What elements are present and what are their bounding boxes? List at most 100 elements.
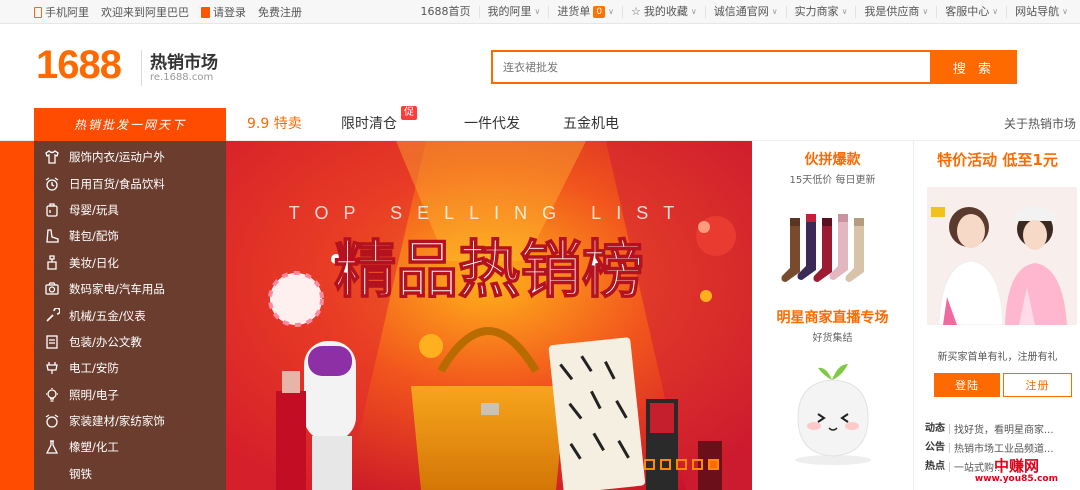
lotion-icon [44,255,60,271]
supplier-menu[interactable]: 我是供应商 ∨ [855,6,936,18]
banner-dot[interactable] [708,459,719,470]
search-button[interactable]: 搜 索 [931,50,1017,84]
category-item[interactable]: 家装建材/家纺家饰 [34,408,226,434]
welcome-text: 欢迎来到阿里巴巴 [101,6,189,19]
star-icon: ☆ [630,5,641,18]
market-url: re.1688.com [150,72,214,83]
promo-image[interactable] [927,187,1077,325]
merchant-menu[interactable]: 实力商家 ∨ [785,6,856,18]
sofa-icon [44,413,60,429]
register-button[interactable]: 注册 [1003,373,1072,397]
favorites-menu[interactable]: ☆ 我的收藏 ∨ [621,5,705,18]
phone-icon [34,6,42,18]
live-subtitle: 好货集结 [812,333,853,344]
mobile-ali-link[interactable]: 手机阿里 [34,4,89,20]
banner-en-text: TOP SELLING LIST [289,203,689,223]
live-section[interactable]: 明星商家直播专场 好货集结 [752,307,913,344]
category-item[interactable]: 钢铁 [34,461,226,487]
banner-dot[interactable] [660,459,671,470]
nav-item-hardware[interactable]: 五金机电 [563,108,619,141]
banner-pager [644,459,719,470]
promo-title[interactable]: 特价活动 低至1元 [915,149,1080,170]
home-link[interactable]: 1688首页 [413,6,479,18]
banner-dot[interactable] [644,459,655,470]
category-item[interactable]: 服饰内衣/运动户外 [34,144,226,170]
boot-icon [44,228,60,244]
login-link[interactable]: 请登录 [201,4,246,20]
market-title: 热销市场 [150,53,218,73]
flask-icon [44,439,60,455]
chevron-down-icon: ∨ [992,7,999,16]
nav-item-dropship[interactable]: 一件代发 [464,108,520,141]
category-menu: 服饰内衣/运动户外 日用百货/食品饮料 母婴/玩具 鞋包/配饰 美妆/日化 数码… [34,141,226,490]
banner-dot[interactable] [676,459,687,470]
category-item[interactable]: 鞋包/配饰 [34,223,226,249]
logo[interactable]: 1688 [36,42,122,88]
chevron-down-icon: ∨ [608,7,614,16]
watermark: 中赚网 www.you85.com [974,457,1058,484]
news-item[interactable]: 公告 热销市场工业品频道... [925,438,1080,457]
category-item[interactable]: 机械/五金/仪表 [34,302,226,328]
site-nav-menu[interactable]: 网站导航 ∨ [1006,6,1076,18]
chevron-down-icon: ∨ [771,7,778,16]
login-button[interactable]: 登陆 [934,373,1000,397]
news-tag: 动态 [925,423,950,434]
chevron-down-icon: ∨ [922,7,929,16]
cart-menu[interactable]: 进货单 0 ∨ [548,6,622,18]
news-tag: 热点 [925,461,950,472]
promo-badge: 促 [401,106,417,120]
live-title: 明星商家直播专场 [776,310,889,326]
bottle-icon [44,202,60,218]
banner-cn-text: 精品热销榜 [334,233,644,306]
category-header: 热销批发一网天下 [34,108,226,141]
chevron-down-icon: ∨ [534,7,541,16]
divider [141,50,142,86]
category-item[interactable]: 数码家电/汽车用品 [34,276,226,302]
chevron-down-icon: ∨ [1062,7,1068,16]
cxt-menu[interactable]: 诚信通官网 ∨ [704,6,786,18]
left-stripe [0,141,34,490]
search-box [491,50,932,84]
group-buy-subtitle: 15天低价 每日更新 [789,175,876,186]
category-item[interactable]: 母婴/玩具 [34,197,226,223]
category-item[interactable]: 美妆/日化 [34,250,226,276]
chevron-down-icon: ∨ [841,7,848,16]
socks-image[interactable] [752,190,914,300]
register-link[interactable]: 免费注册 [258,4,302,20]
right-column: 特价活动 低至1元 新买家首单有礼，注册有礼 登陆 注册 动态 找好货，看明星商家… [915,141,1080,490]
category-item[interactable]: 包装/办公文教 [34,329,226,355]
alarm-clock-icon [44,176,60,192]
nav-item-clearance[interactable]: 限时清仓 [341,108,397,141]
main-nav: 热销批发一网天下 9.9 特卖 限时清仓 促 一件代发 五金机电 关于热销市场 [0,106,1080,141]
mid-column: 伙拼爆款 15天低价 每日更新 明星商家直播专场 好货集结 [752,141,914,490]
category-item[interactable]: 日用百货/食品饮料 [34,170,226,196]
welcome-text: 新买家首单有礼，注册有礼 [937,352,1058,363]
shirt-icon [44,149,60,165]
about-link[interactable]: 关于热销市场 [1004,108,1076,141]
camera-icon [44,281,60,297]
banner-art: TOP SELLING LIST 精品热销榜 [226,141,752,490]
top-bar: 手机阿里 欢迎来到阿里巴巴 请登录 免费注册 1688首页 我的阿里 ∨ 进货单 0… [0,0,1080,24]
ali-badge-icon [201,6,210,18]
group-buy-section[interactable]: 伙拼爆款 15天低价 每日更新 [752,141,913,186]
chevron-down-icon: ∨ [690,7,697,16]
service-menu[interactable]: 客服中心 ∨ [936,6,1006,18]
wrench-icon [44,307,60,324]
category-item[interactable]: 电工/安防 [34,355,226,381]
cart-count-badge: 0 [593,6,606,18]
header: 1688 热销市场 re.1688.com 搜 索 [0,24,1080,108]
news-tag: 公告 [925,442,950,453]
news-item[interactable]: 动态 找好货，看明星商家... [925,419,1080,438]
bulb-icon [44,387,60,403]
group-buy-title: 伙拼爆款 [804,152,861,168]
nav-item-9-9[interactable]: 9.9 特卖 [247,108,302,141]
banner-dot[interactable] [692,459,703,470]
category-item[interactable]: 橡塑/化工 [34,434,226,460]
category-item[interactable]: 照明/电子 [34,382,226,408]
my-ali-menu[interactable]: 我的阿里 ∨ [478,6,549,18]
box-icon [44,334,60,350]
search-input[interactable] [493,52,930,82]
lamp-image[interactable] [752,348,914,468]
plug-icon [44,360,60,376]
hero-banner[interactable]: TOP SELLING LIST 精品热销榜 [226,141,752,490]
